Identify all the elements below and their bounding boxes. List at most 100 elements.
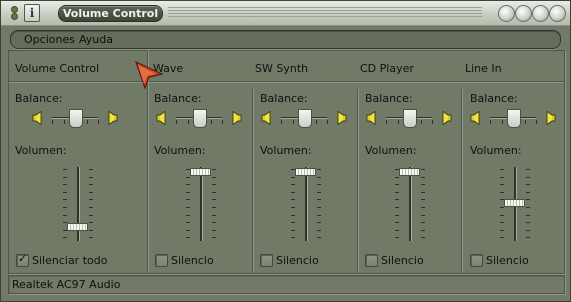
speaker-right-icon [230,110,242,126]
volume-tick [212,214,216,216]
volume-tick [526,184,530,186]
volume-tick [421,214,425,216]
volume-tick [186,207,190,208]
volume-thumb[interactable] [399,168,420,177]
balance-thumb[interactable] [403,109,417,128]
speaker-left-icon [261,110,273,126]
volume-tick [63,184,67,186]
balance-thumb[interactable] [69,109,83,128]
volume-tick [526,191,530,193]
volume-label: Volumen: [470,144,522,157]
balance-slider[interactable] [366,109,452,128]
balance-slider[interactable] [32,109,118,128]
volume-tick [317,214,321,216]
volume-thumb[interactable] [67,222,88,231]
close-button[interactable] [549,5,566,22]
volume-thumb[interactable] [504,199,525,207]
volume-tick [500,237,504,239]
volume-tick [291,191,295,193]
volume-tick [291,229,295,231]
volume-tick [63,169,67,170]
speaker-left-icon [156,110,168,126]
volume-slider[interactable] [393,165,427,243]
volume-tick [421,207,425,208]
balance-tick [292,120,294,124]
volume-slider[interactable] [289,165,323,243]
balance-label: Balance: [470,92,518,105]
volume-tick [186,222,190,224]
volume-tick [63,176,67,178]
volume-tick [89,222,93,224]
info-icon[interactable]: i [24,4,40,22]
volume-thumb[interactable] [295,168,316,177]
volume-tick [500,176,504,178]
volume-tick [526,176,530,178]
mute-label[interactable]: Silencio [276,254,319,267]
volume-tick [291,199,295,201]
balance-label: Balance: [15,92,63,105]
volume-tick [395,199,399,201]
balance-thumb[interactable] [193,109,207,128]
column-separator [357,89,358,272]
volume-tick [89,237,93,239]
minimize-button[interactable] [498,5,515,22]
volume-tick [395,191,399,193]
volume-track [305,167,307,241]
balance-label: Balance: [154,92,202,105]
volume-tick [186,184,190,186]
menu-opciones[interactable]: Opciones [24,33,75,46]
balance-tick [397,120,399,124]
volume-tick [421,184,425,186]
mute-checkbox[interactable] [470,254,483,267]
shade-button[interactable] [515,5,532,22]
volume-tick [63,214,67,216]
balance-tick [281,120,282,124]
balance-slider[interactable] [470,109,556,128]
mute-checkbox[interactable] [260,254,273,267]
mute-checkbox[interactable] [365,254,378,267]
title-bar[interactable]: i Volume Control [1,1,570,26]
balance-slider[interactable] [261,109,347,128]
volume-slider[interactable] [498,165,532,243]
volume-tick [186,214,190,216]
volume-track [409,167,411,241]
balance-thumb[interactable] [507,109,521,128]
volume-track [200,167,202,241]
speaker-right-icon [335,110,347,126]
volume-tick [291,176,295,178]
volume-tick [89,176,93,178]
mute-all-checkbox[interactable] [16,252,29,267]
mute-all-label[interactable]: Silenciar todo [32,254,107,267]
balance-slider[interactable] [156,109,242,128]
volume-tick [89,229,93,231]
balance-thumb[interactable] [298,109,312,128]
maximize-button[interactable] [532,5,549,22]
volume-tick [317,229,321,231]
mute-label[interactable]: Silencio [486,254,529,267]
volume-tick [212,229,216,231]
volume-slider[interactable] [61,165,95,243]
volume-tick [212,207,216,208]
balance-tick [490,120,491,124]
mute-label[interactable]: Silencio [381,254,424,267]
speaker-left-icon [470,110,482,126]
volume-tick [317,169,321,170]
mute-label[interactable]: Silencio [171,254,214,267]
menu-ayuda[interactable]: Ayuda [79,33,113,46]
volume-tick [63,199,67,201]
volume-tick [500,184,504,186]
mouse-cursor-icon [134,60,164,90]
volume-thumb[interactable] [190,168,211,177]
status-text: Realtek AC97 Audio [12,278,121,291]
balance-tick [187,120,189,124]
mute-checkbox[interactable] [155,254,168,267]
channel-title: Volume Control [15,62,100,75]
volume-tick [212,176,216,178]
volume-tick [317,184,321,186]
balance-label: Balance: [260,92,308,105]
volume-tick [526,214,530,216]
volume-tick [89,199,93,201]
volume-tick [395,214,399,216]
window-menu-grip-icon[interactable] [9,6,19,20]
volume-slider[interactable] [184,165,218,243]
